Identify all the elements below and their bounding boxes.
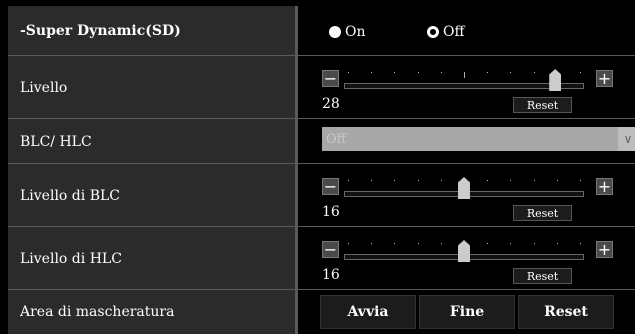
avvia-button[interactable]: Avvia	[320, 295, 416, 329]
super-dynamic-row: -Super Dynamic(SD) On Off	[8, 6, 635, 55]
slider-tick	[440, 243, 442, 244]
livello-minus-button[interactable]: −	[322, 69, 339, 88]
livello-blc-minus-button[interactable]: −	[322, 177, 339, 196]
chevron-down-icon: ∨	[618, 127, 635, 151]
livello-hlc-control: − + 16 Reset	[298, 227, 635, 290]
area-mascheratura-label: Area di mascheratura	[8, 290, 295, 334]
blc-hlc-row: BLC/ HLC Off ∨	[8, 118, 635, 164]
slider-tick	[417, 180, 419, 181]
blc-hlc-select[interactable]: Off ∨	[322, 127, 635, 151]
slider-tick	[487, 72, 489, 73]
livello-value: 28	[322, 96, 340, 112]
slider-tick	[556, 180, 558, 181]
slider-tick	[464, 72, 465, 78]
slider-tick	[348, 180, 349, 181]
livello-control: − + 28 Reset	[298, 56, 635, 119]
slider-tick	[510, 72, 512, 73]
slider-tick	[440, 72, 442, 73]
radio-off-dot	[427, 26, 439, 38]
slider-tick	[394, 180, 396, 181]
mask-reset-button[interactable]: Reset	[518, 295, 614, 329]
slider-tick	[556, 243, 558, 244]
livello-hlc-minus-button[interactable]: −	[322, 240, 339, 259]
plus-icon: +	[597, 240, 612, 259]
slider-thumb[interactable]	[458, 240, 470, 262]
slider-tick	[580, 243, 581, 244]
blc-hlc-label: BLC/ HLC	[8, 119, 295, 164]
livello-label: Livello	[8, 56, 295, 119]
radio-off-label: Off	[443, 24, 465, 40]
slider-tick	[487, 243, 489, 244]
radio-on-label: On	[345, 24, 366, 40]
livello-hlc-reset-button[interactable]: Reset	[513, 268, 572, 284]
slider-tick	[348, 243, 349, 244]
livello-hlc-plus-button[interactable]: +	[596, 240, 613, 259]
livello-blc-plus-button[interactable]: +	[596, 177, 613, 196]
slider-tick	[510, 243, 512, 244]
minus-icon: −	[323, 240, 338, 259]
livello-hlc-value: 16	[322, 267, 340, 283]
livello-reset-button[interactable]: Reset	[513, 97, 572, 113]
fine-button[interactable]: Fine	[419, 295, 515, 329]
slider-tick	[580, 72, 581, 73]
slider-tick	[533, 180, 535, 181]
super-dynamic-control: On Off	[298, 6, 635, 55]
slider-tick	[533, 72, 535, 73]
livello-row: Livello − + 28 Reset	[8, 55, 635, 119]
slider-tick	[580, 180, 581, 181]
slider-thumb[interactable]	[549, 69, 562, 91]
slider-tick	[417, 72, 419, 73]
livello-hlc-label: Livello di HLC	[8, 227, 295, 290]
slider-tick	[394, 243, 396, 244]
blc-hlc-select-value: Off	[326, 131, 346, 147]
livello-hlc-row: Livello di HLC − + 16 Reset	[8, 226, 635, 290]
livello-blc-reset-button[interactable]: Reset	[513, 205, 572, 221]
livello-blc-control: − + 16 Reset	[298, 164, 635, 227]
slider-tick	[510, 180, 512, 181]
area-mascheratura-row: Area di mascheratura Avvia Fine Reset	[8, 289, 635, 334]
slider-tick	[371, 180, 373, 181]
livello-blc-label: Livello di BLC	[8, 164, 295, 227]
blc-hlc-control: Off ∨	[298, 119, 635, 164]
super-dynamic-label: -Super Dynamic(SD)	[8, 6, 295, 55]
radio-on-dot	[329, 26, 341, 38]
slider-tick	[440, 180, 442, 181]
radio-off[interactable]: Off	[427, 24, 464, 40]
slider-tick	[533, 243, 535, 244]
livello-slider-track[interactable]	[344, 83, 584, 89]
minus-icon: −	[323, 177, 338, 196]
slider-tick	[487, 180, 489, 181]
slider-tick	[348, 72, 349, 73]
plus-icon: +	[597, 177, 612, 196]
livello-blc-value: 16	[322, 204, 340, 220]
slider-tick	[371, 72, 373, 73]
area-mascheratura-control: Avvia Fine Reset	[298, 290, 635, 334]
livello-plus-button[interactable]: +	[596, 69, 613, 88]
livello-blc-row: Livello di BLC − + 16 Reset	[8, 163, 635, 227]
image-adjust-panel: -Super Dynamic(SD) On Off Livello − + 28…	[8, 6, 635, 334]
slider-thumb[interactable]	[458, 177, 470, 199]
plus-icon: +	[597, 69, 612, 88]
slider-tick	[417, 243, 419, 244]
slider-tick	[371, 243, 373, 244]
radio-on[interactable]: On	[329, 24, 366, 40]
minus-icon: −	[323, 69, 338, 88]
slider-tick	[394, 72, 396, 73]
